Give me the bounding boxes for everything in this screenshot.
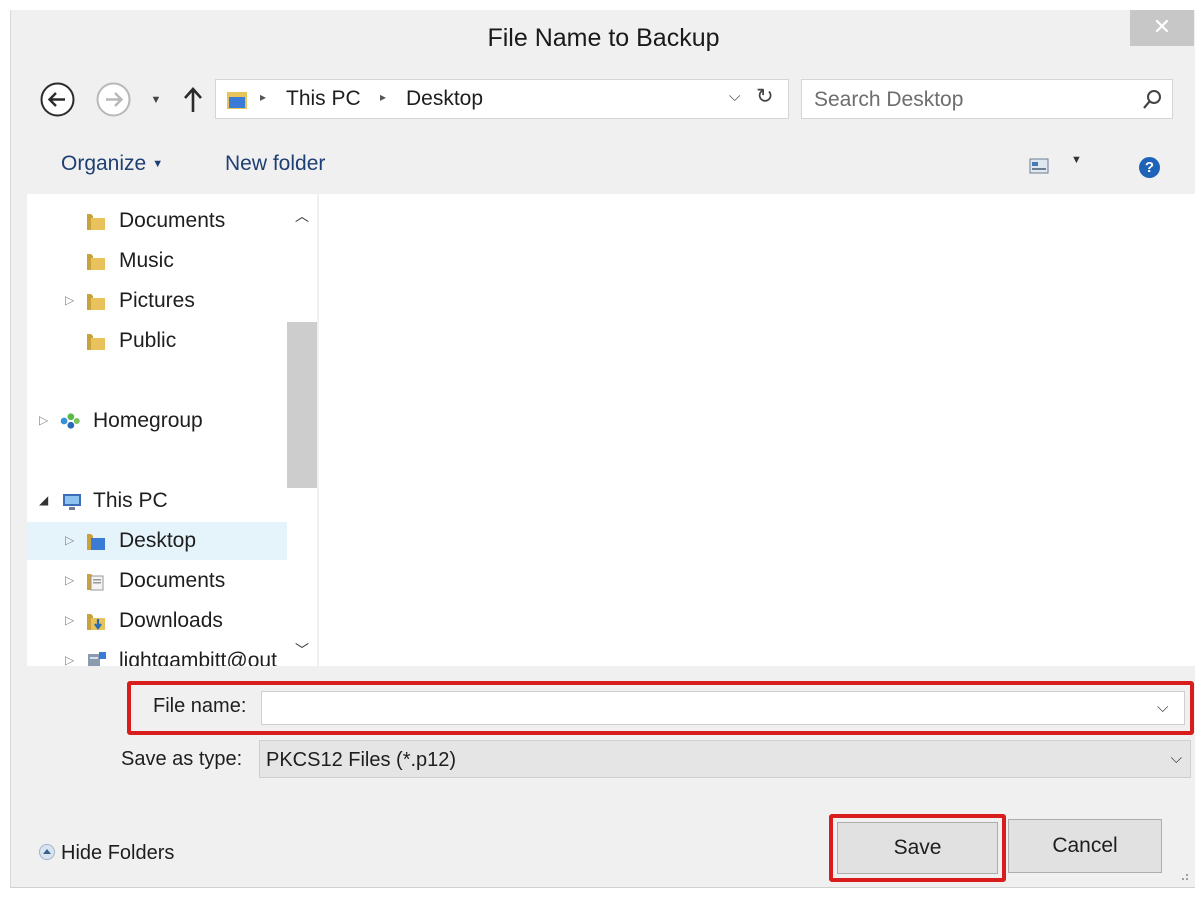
folder-icon: [87, 334, 105, 350]
save-as-type-value: PKCS12 Files (*.p12): [266, 749, 457, 771]
documents-folder-icon: [87, 574, 104, 591]
scroll-thumb[interactable]: [287, 322, 317, 488]
address-bar[interactable]: ▸ This PC ▸ Desktop ⌵ ↻: [215, 79, 789, 119]
recent-locations-button[interactable]: ▼: [149, 90, 163, 110]
save-as-type-select[interactable]: PKCS12 Files (*.p12) ⌵: [259, 740, 1191, 778]
breadcrumb-separator[interactable]: ▸: [380, 90, 386, 104]
help-icon: ?: [1144, 159, 1155, 176]
nav-item-label: Public: [119, 329, 177, 352]
breadcrumb-separator: ▸: [260, 90, 267, 104]
nav-item-label: Pictures: [119, 289, 195, 312]
nav-item-label: Music: [119, 249, 174, 272]
change-view-icon[interactable]: [1029, 158, 1049, 174]
help-button[interactable]: ?: [1139, 157, 1160, 178]
save-button[interactable]: Save: [837, 822, 998, 874]
nav-item-label: Documents: [119, 209, 226, 232]
nav-item-this-pc[interactable]: ◢ This PC: [27, 482, 287, 520]
expand-arrow-icon[interactable]: ▷: [65, 653, 74, 666]
file-name-chevron-icon[interactable]: ⌵: [1157, 699, 1168, 716]
forward-button[interactable]: [95, 81, 132, 118]
up-button[interactable]: [179, 84, 207, 116]
file-name-label: File name:: [153, 695, 247, 717]
address-history-chevron-icon[interactable]: ⌵: [729, 88, 740, 105]
chevron-down-icon: ▼: [150, 94, 162, 106]
scroll-up-icon[interactable]: ︿: [295, 206, 309, 226]
search-box[interactable]: [801, 79, 1173, 119]
navigation-scrollbar[interactable]: ︿ ﹀: [287, 194, 317, 666]
homegroup-icon: [60, 413, 80, 429]
resize-grip-icon[interactable]: [1177, 869, 1189, 881]
nav-item-music[interactable]: Music: [27, 242, 287, 280]
folder-icon: [87, 254, 105, 270]
view-options-chevron-icon[interactable]: ▼: [1071, 154, 1082, 166]
expand-arrow-icon[interactable]: ▷: [65, 613, 74, 627]
hide-folders-label: Hide Folders: [61, 842, 175, 864]
breadcrumb-desktop[interactable]: Desktop: [406, 87, 483, 111]
save-button-highlight: Save: [829, 814, 1006, 882]
collapse-arrow-icon[interactable]: ◢: [39, 493, 48, 507]
back-arrow-icon: [40, 82, 75, 117]
navigation-pane[interactable]: Documents Music ▷ Pictures Public ▷ Home…: [27, 194, 317, 666]
close-button[interactable]: ✕: [1130, 10, 1194, 46]
nav-item-network-drive[interactable]: ▷ lightgambitt@out: [27, 642, 287, 666]
expand-arrow-icon[interactable]: ▷: [65, 573, 74, 587]
nav-item-label: Documents: [119, 569, 226, 592]
computer-icon: [63, 494, 81, 510]
nav-item-downloads[interactable]: ▷ Downloads: [27, 602, 287, 640]
save-dialog: File Name to Backup ✕ ▼ ▸ This PC ▸ Desk…: [10, 10, 1195, 888]
nav-item-label: Downloads: [119, 609, 223, 632]
network-drive-icon: [88, 652, 106, 666]
expand-arrow-icon[interactable]: ▷: [39, 413, 48, 427]
expand-arrow-icon[interactable]: ▷: [65, 533, 74, 547]
close-icon: ✕: [1152, 14, 1172, 39]
cancel-button[interactable]: Cancel: [1008, 819, 1162, 873]
folder-icon: [87, 294, 105, 310]
search-icon[interactable]: [1142, 89, 1162, 111]
downloads-folder-icon: [87, 614, 105, 630]
nav-item-documents-pc[interactable]: ▷ Documents: [27, 562, 287, 600]
file-name-row-highlight: File name: ⌵: [127, 681, 1194, 735]
command-bar: Organize ▼ New folder ▼ ?: [11, 138, 1195, 194]
folder-icon: [87, 214, 105, 230]
title-bar: File Name to Backup ✕: [11, 10, 1195, 72]
hide-folders-button[interactable]: Hide Folders: [39, 842, 174, 865]
refresh-icon[interactable]: ↻: [756, 84, 774, 109]
nav-item-label: This PC: [93, 489, 168, 512]
chevron-down-icon: ⌵: [1170, 750, 1182, 767]
nav-item-label: lightgambitt@out: [119, 649, 277, 666]
expand-arrow-icon[interactable]: ▷: [65, 293, 74, 307]
forward-arrow-icon: [96, 82, 131, 117]
search-input[interactable]: [814, 87, 1114, 113]
new-folder-button[interactable]: New folder: [225, 152, 325, 176]
organize-label: Organize: [61, 152, 147, 175]
nav-item-pictures[interactable]: ▷ Pictures: [27, 282, 287, 320]
nav-item-public[interactable]: Public: [27, 322, 287, 360]
nav-item-documents[interactable]: Documents: [27, 202, 287, 240]
desktop-folder-icon: [87, 534, 105, 550]
dialog-title: File Name to Backup: [487, 24, 720, 52]
back-button[interactable]: [39, 81, 76, 118]
organize-menu-button[interactable]: Organize ▼: [61, 152, 163, 176]
collapse-up-icon: [39, 844, 55, 860]
file-name-input[interactable]: [261, 691, 1185, 725]
chevron-down-icon: ▼: [152, 158, 164, 170]
breadcrumb-this-pc[interactable]: This PC: [286, 87, 361, 111]
up-arrow-icon: [184, 87, 202, 112]
nav-item-desktop[interactable]: ▷ Desktop: [27, 522, 287, 560]
save-as-type-label: Save as type:: [121, 748, 243, 770]
scroll-down-icon[interactable]: ﹀: [295, 640, 309, 660]
nav-item-label: Homegroup: [93, 409, 203, 432]
desktop-folder-icon: [227, 92, 247, 109]
nav-item-homegroup[interactable]: ▷ Homegroup: [27, 402, 287, 440]
file-list-area[interactable]: [319, 194, 1195, 666]
nav-item-label: Desktop: [119, 529, 197, 552]
